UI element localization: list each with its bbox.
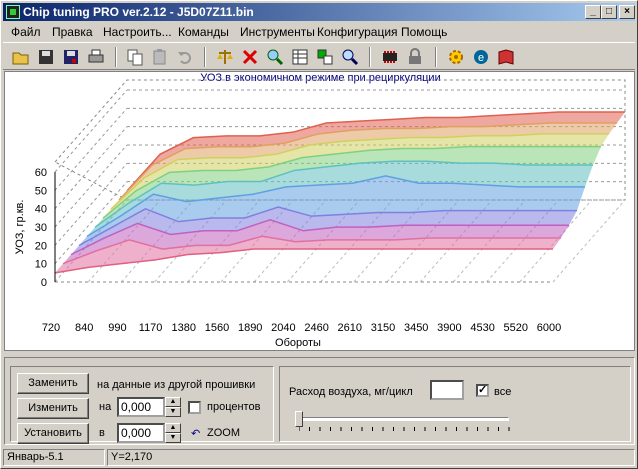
percent-checkbox[interactable] [188, 401, 201, 414]
on-label: на [99, 401, 112, 413]
all-label: все [494, 386, 512, 398]
x-tick-label: 1380 [172, 322, 196, 334]
close-button[interactable]: × [619, 5, 635, 19]
y-tick-label: 40 [35, 204, 47, 216]
x-tick-label: 1890 [238, 322, 262, 334]
app-icon [6, 5, 20, 19]
help-icon[interactable]: e [471, 47, 491, 67]
x-tick-label: 840 [75, 322, 93, 334]
y-tick-label: 60 [35, 167, 47, 179]
x-tick-label: 990 [108, 322, 126, 334]
x-tick-label: 3150 [371, 322, 395, 334]
toolbar: e [3, 42, 635, 70]
status-right: Y=2,170 [107, 449, 635, 466]
status-bar: Январь-5.1 Y=2,170 [3, 448, 635, 467]
menu-settings[interactable]: Настроить... [103, 25, 172, 39]
transfer-icon[interactable] [315, 47, 335, 67]
x-tick-label: 2610 [338, 322, 362, 334]
undo-icon[interactable] [175, 47, 195, 67]
value1-spinner[interactable]: ▲ ▼ [165, 397, 181, 417]
window-title: Chip tuning PRO ver.2.12 - J5D07Z11.bin [23, 5, 254, 19]
x-tick-label: 2460 [304, 322, 328, 334]
scales-icon[interactable] [215, 47, 235, 67]
airflow-label: Расход воздуха, мг/цикл [289, 386, 413, 398]
x-tick-label: 5520 [504, 322, 528, 334]
value1-input[interactable]: 0,000 [117, 397, 165, 417]
controls-panel: Заменить Изменить Установить на данные и… [4, 357, 635, 445]
value2-spinner[interactable]: ▲ ▼ [165, 423, 181, 443]
x-tick-label: 4530 [470, 322, 494, 334]
status-left: Январь-5.1 [3, 449, 105, 466]
grid-line-side [54, 89, 128, 173]
menu-tools[interactable]: Инструменты [240, 25, 315, 39]
save-as-icon[interactable] [61, 47, 81, 67]
value2-input[interactable]: 0,000 [117, 423, 165, 443]
title-bar[interactable]: Chip tuning PRO ver.2.12 - J5D07Z11.bin … [3, 3, 635, 21]
book-icon[interactable] [496, 47, 516, 67]
search-icon[interactable] [340, 47, 360, 67]
chart-svg: 60 50 40 30 20 10 0 УОЗ, гр.кв. 720 840 990 1170 138… [14, 79, 626, 349]
airflow-slider[interactable] [296, 417, 509, 421]
y-axis-label: УОЗ, гр.кв. [14, 200, 26, 255]
table-icon[interactable] [290, 47, 310, 67]
airflow-input[interactable] [430, 380, 464, 400]
menu-edit[interactable]: Правка [52, 25, 93, 39]
svg-text:e: e [478, 52, 484, 64]
description-label: на данные из другой прошивки [97, 379, 256, 391]
menu-config[interactable]: Конфигурация [317, 25, 398, 39]
all-checkbox[interactable]: ✓ [476, 384, 489, 397]
x-tick-label: 2040 [271, 322, 295, 334]
in-label: в [99, 427, 105, 439]
menu-file[interactable]: Файл [11, 25, 41, 39]
airflow-panel: Расход воздуха, мг/цикл ✓ все [279, 366, 631, 442]
zoom-icon[interactable] [265, 47, 285, 67]
menu-commands[interactable]: Команды [178, 25, 229, 39]
chip-icon[interactable] [380, 47, 400, 67]
slider-thumb[interactable] [295, 411, 303, 427]
grid-line-side [54, 126, 128, 209]
slider-ticks [299, 427, 510, 431]
y-tick-label: 30 [35, 222, 47, 234]
replace-button[interactable]: Заменить [17, 373, 89, 394]
y-tick-label: 50 [35, 185, 47, 197]
menu-bar: Файл Правка Настроить... Команды Инструм… [3, 22, 635, 41]
zoom-undo-icon[interactable]: ↶ [191, 427, 200, 440]
x-tick-label: 6000 [537, 322, 561, 334]
chart-panel: УОЗ в экономичном режиме при рециркуляци… [4, 71, 635, 351]
app-window: Chip tuning PRO ver.2.12 - J5D07Z11.bin … [0, 0, 638, 469]
zoom-label[interactable]: ZOOM [207, 427, 240, 439]
copy-icon[interactable] [125, 47, 145, 67]
x-tick-label: 3450 [404, 322, 428, 334]
minimize-button[interactable]: _ [585, 5, 601, 19]
settings-icon[interactable] [446, 47, 466, 67]
maximize-button[interactable]: □ [601, 5, 617, 19]
percent-label: процентов [207, 401, 261, 413]
x-tick-label: 3900 [437, 322, 461, 334]
x-tick-label: 1170 [139, 322, 163, 334]
save-icon[interactable] [36, 47, 56, 67]
lock-icon[interactable] [405, 47, 425, 67]
y-tick-label: 0 [41, 277, 47, 289]
paste-icon[interactable] [150, 47, 170, 67]
replace-panel: Заменить Изменить Установить на данные и… [10, 366, 274, 444]
y-tick-label: 20 [35, 240, 47, 252]
print-icon[interactable] [86, 47, 106, 67]
y-tick-label: 10 [35, 259, 47, 271]
menu-help[interactable]: Помощь [401, 25, 447, 39]
x-axis-label: Обороты [275, 337, 321, 349]
open-icon[interactable] [11, 47, 31, 67]
set-button[interactable]: Установить [17, 423, 89, 444]
x-tick-label: 720 [42, 322, 60, 334]
delete-icon[interactable] [240, 47, 260, 67]
x-tick-label: 1560 [205, 322, 229, 334]
change-button[interactable]: Изменить [17, 398, 89, 419]
